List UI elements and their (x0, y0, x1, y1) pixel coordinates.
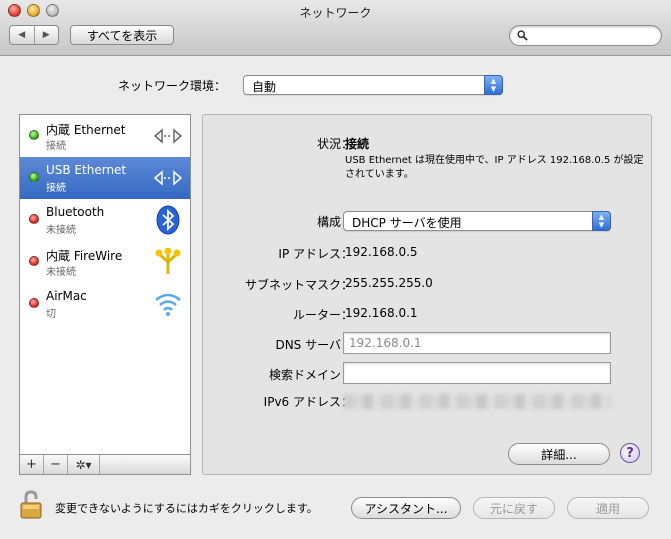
lock-message: 変更できないようにするにはカギをクリックします。 (55, 502, 318, 515)
configure-value: DHCP サーバを使用 (352, 216, 462, 230)
popup-arrows-icon: ▲ ▼ (484, 75, 503, 95)
revert-button[interactable]: 元に戻す (473, 497, 555, 519)
service-status: 切 (46, 309, 56, 320)
ip-value: 192.168.0.5 (345, 245, 418, 259)
router-value: 192.168.0.1 (345, 306, 418, 320)
ethernet-icon (153, 128, 183, 144)
service-item-firewire[interactable]: 内蔵 FireWire 未接続 (20, 241, 190, 283)
back-button[interactable]: ◀ (10, 26, 34, 44)
ethernet-icon (153, 170, 183, 186)
status-description: USB Ethernet は現在使用中で、IP アドレス 192.168.0.5… (345, 155, 644, 180)
service-name: AirMac (46, 289, 87, 303)
service-item-bluetooth[interactable]: Bluetooth 未接続 (20, 199, 190, 241)
service-name: USB Ethernet (46, 163, 127, 177)
service-list: 内蔵 Ethernet 接続 USB Ethernet 接続 Bluetooth… (19, 114, 191, 455)
back-forward-control: ◀ ▶ (9, 25, 59, 45)
ipv6-value-redacted (343, 394, 611, 409)
title-bar: ネットワーク ◀ ▶ すべてを表示 (0, 0, 671, 56)
search-input[interactable] (509, 25, 662, 46)
service-status: 未接続 (46, 267, 76, 278)
service-item-builtin-ethernet[interactable]: 内蔵 Ethernet 接続 (20, 115, 190, 157)
service-list-toolbar: + − ✲▾ (19, 455, 191, 475)
status-dot-red-icon (29, 214, 39, 224)
dns-server-placeholder: 192.168.0.1 (349, 336, 422, 350)
firewire-icon (155, 247, 181, 274)
bluetooth-icon (156, 205, 180, 235)
status-dot-green-icon (29, 130, 39, 140)
status-dot-red-icon (29, 256, 39, 266)
lock-open-icon[interactable] (19, 490, 45, 520)
status-dot-red-icon (29, 298, 39, 308)
subnet-value: 255.255.255.0 (345, 276, 433, 290)
search-domains-field[interactable] (343, 362, 611, 384)
dns-server-field[interactable]: 192.168.0.1 (343, 332, 611, 354)
service-name: 内蔵 Ethernet (46, 123, 126, 137)
subnet-label: サブネットマスク： (244, 278, 353, 292)
service-name: 内蔵 FireWire (46, 249, 123, 263)
service-item-airmac[interactable]: AirMac 切 (20, 283, 190, 325)
wifi-icon (155, 293, 181, 316)
service-status: 接続 (46, 141, 66, 152)
search-icon (517, 30, 528, 41)
location-label: ネットワーク環境： (118, 79, 227, 93)
ipv6-label: IPv6 アドレス： (263, 395, 353, 409)
status-dot-green-icon (29, 172, 39, 182)
service-item-usb-ethernet[interactable]: USB Ethernet 接続 (20, 157, 190, 199)
service-status: 接続 (46, 183, 66, 194)
forward-button[interactable]: ▶ (33, 26, 59, 44)
service-name: Bluetooth (46, 205, 105, 219)
advanced-button[interactable]: 詳細... (508, 443, 610, 465)
show-all-button[interactable]: すべてを表示 (70, 25, 174, 45)
service-status: 未接続 (46, 225, 76, 236)
status-value: 接続 (345, 137, 370, 151)
dns-label: DNS サーバ： (275, 338, 353, 352)
assistant-button[interactable]: アシスタント... (351, 497, 461, 519)
apply-button[interactable]: 適用 (567, 497, 649, 519)
add-service-button[interactable]: + (20, 455, 44, 474)
location-popup[interactable]: 自動 ▲ ▼ (243, 75, 503, 95)
search-domains-label: 検索ドメイン： (268, 368, 353, 382)
window-title: ネットワーク (299, 6, 372, 20)
location-value: 自動 (252, 80, 277, 94)
router-label: ルーター： (292, 308, 353, 322)
help-button[interactable]: ? (620, 443, 640, 463)
popup-arrows-icon: ▲ ▼ (592, 211, 611, 231)
remove-service-button[interactable]: − (44, 455, 68, 474)
gear-menu-button[interactable]: ✲▾ (68, 455, 100, 474)
ip-label: IP アドレス： (278, 247, 353, 261)
configure-popup[interactable]: DHCP サーバを使用 ▲ ▼ (343, 211, 611, 231)
